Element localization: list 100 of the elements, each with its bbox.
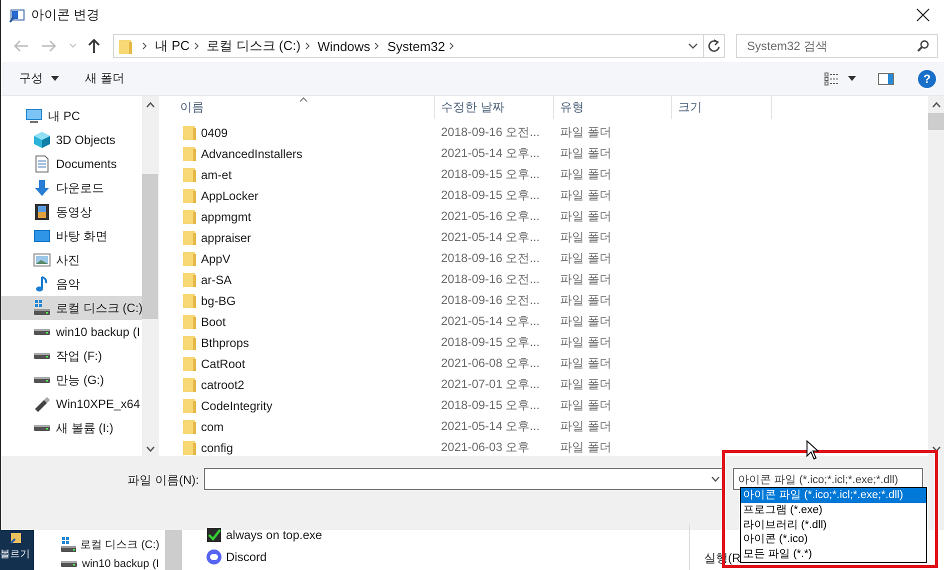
sidebar-item[interactable]: 동영상: [1, 200, 142, 224]
file-name: Boot: [201, 314, 226, 328]
column-header[interactable]: 이름: [159, 96, 435, 119]
search-icon[interactable]: [917, 40, 929, 52]
chevron-down-icon: [146, 446, 154, 452]
file-name: CatRoot: [201, 356, 246, 370]
column-header[interactable]: 수정한 날짜: [435, 96, 554, 119]
refresh-icon: [708, 39, 720, 53]
folder-icon: [182, 313, 197, 330]
file-name: am-et: [201, 168, 232, 182]
modified-date: 2018-09-15 오후...: [440, 397, 541, 414]
scrollbar-thumb[interactable]: [142, 174, 158, 319]
toolbar-button[interactable]: 새 폴더: [77, 67, 132, 90]
sidebar-item[interactable]: 로컬 디스크 (C:): [60, 534, 165, 554]
file-row[interactable]: AppLocker 2018-09-15 오후... 파일 폴더: [159, 185, 928, 206]
file-type: 파일 폴더: [559, 439, 612, 456]
monitor-icon: [25, 107, 43, 125]
file-name: appraiser: [201, 230, 252, 244]
file-type: 파일 폴더: [559, 250, 612, 267]
dropdown-option[interactable]: 아이콘 파일 (*.ico;*.icl;*.exe;*.dll): [741, 488, 926, 503]
file-row[interactable]: Bthprops 2018-09-15 오후... 파일 폴더: [159, 332, 928, 353]
drive-icon: [33, 299, 51, 317]
dropdown-option[interactable]: 라이브러리 (*.dll): [741, 518, 926, 532]
file-row[interactable]: always on top.exe: [206, 524, 689, 546]
sidebar-item[interactable]: 로컬 디스크 (C:): [1, 296, 142, 320]
folder-icon: [182, 292, 197, 309]
cube-icon: [33, 131, 51, 149]
column-header[interactable]: 크기: [672, 96, 772, 119]
modified-date: 2018-09-15 오후...: [440, 187, 541, 204]
scrollbar[interactable]: [165, 530, 182, 570]
menu-button[interactable]: 구성: [11, 67, 67, 90]
file-row[interactable]: bg-BG 2018-09-16 오전... 파일 폴더: [159, 290, 928, 311]
file-row[interactable]: config 2021-06-03 오후 파일 폴더: [159, 437, 928, 456]
sidebar-item[interactable]: Documents: [1, 152, 142, 176]
dropdown-option[interactable]: 모든 파일 (*.*): [741, 547, 926, 562]
modified-date: 2021-05-14 오후...: [440, 418, 541, 435]
file-row[interactable]: Boot 2021-05-14 오후... 파일 폴더: [159, 311, 928, 332]
sidebar-item[interactable]: 새 볼륨 (I:): [1, 416, 142, 440]
file-name: AppLocker: [201, 188, 258, 202]
modified-date: 2018-09-15 오후...: [440, 334, 541, 351]
file-row[interactable]: ar-SA 2018-09-16 오전... 파일 폴더: [159, 269, 928, 290]
sidebar-item[interactable]: 내 PC: [1, 104, 142, 128]
chevron-down-icon[interactable]: [688, 43, 698, 49]
file-row[interactable]: appraiser 2021-05-14 오후... 파일 폴더: [159, 227, 928, 248]
list-view-icon: [824, 72, 840, 86]
file-name: config: [201, 440, 234, 454]
breadcrumb-item[interactable]: Windows: [318, 38, 370, 54]
caret-icon: [848, 76, 856, 81]
chevron-down-icon[interactable]: [711, 476, 720, 482]
file-row[interactable]: catroot2 2021-07-01 오후... 파일 폴더: [159, 374, 928, 395]
address-field[interactable]: 내 PC 로컬 디스크 (C:) Windows System32: [113, 34, 725, 58]
checkmark-icon: [206, 527, 222, 543]
file-name-field[interactable]: [204, 468, 725, 490]
sidebar-item[interactable]: 3D Objects: [1, 128, 142, 152]
scrollbar-thumb[interactable]: [928, 113, 944, 130]
chevron-up-icon: [932, 102, 940, 108]
sidebar-item[interactable]: 음악: [1, 272, 142, 296]
folder-icon: [182, 397, 197, 414]
drive-icon: [33, 328, 51, 336]
file-type: 파일 폴더: [559, 145, 612, 162]
document-icon: [33, 155, 51, 173]
scrollbar[interactable]: [142, 96, 158, 456]
sidebar-item[interactable]: win10 backup (I: [60, 554, 165, 570]
sidebar-item[interactable]: 만능 (G:): [1, 368, 142, 392]
drive-icon: [60, 560, 78, 568]
file-row[interactable]: Discord: [206, 546, 689, 568]
modified-date: 2018-09-16 오전...: [440, 271, 541, 288]
file-row[interactable]: am-et 2018-09-15 오후... 파일 폴더: [159, 164, 928, 185]
scrollbar[interactable]: [928, 96, 944, 456]
dropdown-option[interactable]: 프로그램 (*.exe): [741, 502, 926, 518]
sidebar-item[interactable]: win10 backup (I: [1, 320, 142, 344]
drive-icon: [60, 536, 76, 552]
help-button[interactable]: ?: [918, 70, 936, 88]
file-row[interactable]: com 2021-05-14 오후... 파일 폴더: [159, 416, 928, 437]
sidebar-item[interactable]: 작업 (F:): [1, 344, 142, 368]
usb-stick-icon: [33, 395, 51, 413]
search-field[interactable]: System32 검색: [736, 34, 938, 58]
sidebar-item[interactable]: 바탕 화면: [1, 224, 142, 248]
up-arrow-icon[interactable]: [87, 38, 101, 54]
dropdown-option[interactable]: 아이콘 (*.ico): [741, 532, 926, 548]
breadcrumb-item[interactable]: System32: [387, 38, 446, 54]
folder-icon: [182, 229, 197, 246]
file-type: 파일 폴더: [559, 208, 612, 225]
column-header[interactable]: 유형: [554, 96, 672, 119]
breadcrumb-item[interactable]: 내 PC: [155, 37, 190, 55]
file-name: AdvancedInstallers: [201, 146, 302, 160]
file-row[interactable]: CatRoot 2021-06-08 오후... 파일 폴더: [159, 353, 928, 374]
folder-icon: [182, 250, 197, 267]
file-row[interactable]: appmgmt 2021-05-16 오후... 파일 폴더: [159, 206, 928, 227]
file-row[interactable]: 0409 2018-09-16 오전... 파일 폴더: [159, 122, 928, 143]
file-row[interactable]: AppV 2018-09-16 오전... 파일 폴더: [159, 248, 928, 269]
folder-icon: [182, 418, 197, 435]
close-icon[interactable]: [916, 8, 930, 22]
breadcrumb-item[interactable]: 로컬 디스크 (C:): [206, 37, 301, 55]
file-row[interactable]: CodeIntegrity 2018-09-15 오후... 파일 폴더: [159, 395, 928, 416]
file-type: 파일 폴더: [559, 229, 612, 246]
file-row[interactable]: AdvancedInstallers 2021-05-14 오후... 파일 폴더: [159, 143, 928, 164]
sidebar-item[interactable]: 다운로드: [1, 176, 142, 200]
sidebar-item[interactable]: 사진: [1, 248, 142, 272]
sidebar-item[interactable]: Win10XPE_x64: [1, 392, 142, 416]
